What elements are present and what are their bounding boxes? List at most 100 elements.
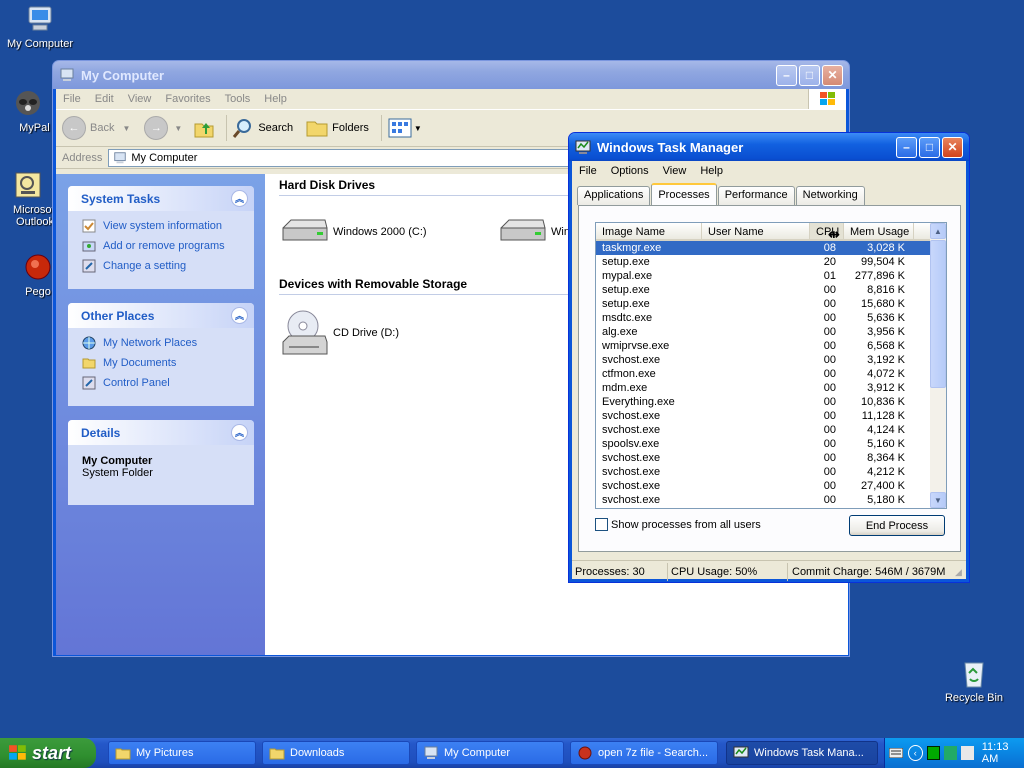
process-row[interactable]: taskmgr.exe 08 3,028 K	[596, 241, 946, 255]
taskbar-button-downloads[interactable]: Downloads	[262, 741, 410, 765]
process-row[interactable]: setup.exe 00 8,816 K	[596, 283, 946, 297]
maximize-button[interactable]: □	[919, 136, 940, 158]
minimize-button[interactable]: –	[896, 136, 917, 158]
column-user-name[interactable]: User Name	[702, 223, 810, 239]
folders-button[interactable]: Folders	[305, 116, 369, 140]
process-row[interactable]: msdtc.exe 00 5,636 K	[596, 311, 946, 325]
taskbar-button-search[interactable]: open 7z file - Search...	[570, 741, 718, 765]
forward-button[interactable]: → ▼	[144, 116, 182, 140]
process-list[interactable]: Image Name User Name CPU Mem Usage taskm…	[595, 222, 947, 509]
column-image-name[interactable]: Image Name	[596, 223, 702, 239]
process-row[interactable]: ctfmon.exe 00 4,072 K	[596, 367, 946, 381]
keyboard-icon[interactable]	[889, 746, 904, 760]
menu-edit[interactable]: Edit	[88, 93, 121, 105]
process-mem-usage: 5,636 K	[867, 312, 905, 324]
tab-performance[interactable]: Performance	[717, 186, 795, 205]
column-mem-usage[interactable]: Mem Usage	[844, 223, 914, 239]
process-cpu: 00	[823, 494, 836, 506]
scroll-down-button[interactable]: ▼	[930, 492, 946, 508]
process-row[interactable]: svchost.exe 00 4,124 K	[596, 423, 946, 437]
process-image-name: mdm.exe	[602, 382, 648, 394]
collapse-chevron-icon[interactable]: ︽	[231, 424, 248, 441]
process-row[interactable]: svchost.exe 00 4,212 K	[596, 465, 946, 479]
process-row[interactable]: setup.exe 00 15,680 K	[596, 297, 946, 311]
my-network-places-link[interactable]: My Network Places	[68, 333, 254, 353]
process-row[interactable]: setup.exe 20 99,504 K	[596, 255, 946, 269]
menu-view[interactable]: View	[121, 93, 159, 105]
checkbox-box[interactable]	[595, 518, 608, 531]
process-user-name	[702, 423, 810, 437]
desktop-icon-outlook[interactable]: Microsoft Outlook	[0, 168, 58, 228]
process-image-name: setup.exe	[602, 256, 650, 268]
menu-file[interactable]: File	[572, 165, 604, 177]
network-tray-icon[interactable]	[943, 746, 957, 760]
process-user-name	[702, 493, 810, 507]
menu-favorites[interactable]: Favorites	[158, 93, 217, 105]
process-row[interactable]: alg.exe 00 3,956 K	[596, 325, 946, 339]
drive-c[interactable]: Windows 2000 (C:)	[281, 218, 427, 246]
menu-help[interactable]: Help	[257, 93, 294, 105]
process-row[interactable]: svchost.exe 00 3,192 K	[596, 353, 946, 367]
process-row[interactable]: spoolsv.exe 00 5,160 K	[596, 437, 946, 451]
tray-chevron-icon[interactable]: ‹	[907, 745, 923, 761]
close-button[interactable]: ✕	[942, 136, 963, 158]
collapse-chevron-icon[interactable]: ︽	[231, 190, 248, 207]
taskbar-button-my-pictures[interactable]: My Pictures	[108, 741, 256, 765]
process-row[interactable]: mypal.exe 01 277,896 K	[596, 269, 946, 283]
process-row[interactable]: mdm.exe 00 3,912 K	[596, 381, 946, 395]
details-type: System Folder	[82, 467, 153, 479]
minimize-button[interactable]: –	[776, 64, 797, 86]
tab-applications[interactable]: Applications	[577, 186, 651, 205]
my-documents-link[interactable]: My Documents	[68, 353, 254, 373]
process-row[interactable]: svchost.exe 00 5,180 K	[596, 493, 946, 507]
desktop-icon-mypal[interactable]: MyPal 6	[0, 86, 59, 134]
scroll-thumb[interactable]	[930, 240, 946, 388]
process-row[interactable]: Everything.exe 00 10,836 K	[596, 395, 946, 409]
process-image-name: spoolsv.exe	[602, 438, 660, 450]
resize-grip-icon[interactable]: ◢	[952, 563, 964, 581]
change-setting-link[interactable]: Change a setting	[68, 256, 254, 276]
view-system-info-link[interactable]: View system information	[68, 216, 254, 236]
system-tasks-header[interactable]: System Tasks ︽	[68, 186, 254, 211]
desktop-icon-recycle-bin[interactable]: Recycle Bin	[934, 656, 1014, 704]
process-list-scrollbar[interactable]: ▲ ▼	[930, 223, 946, 508]
tray-extra-icon[interactable]	[960, 746, 974, 760]
taskbar-button-task-manager[interactable]: Windows Task Mana...	[726, 741, 878, 765]
menu-options[interactable]: Options	[604, 165, 656, 177]
task-manager-window[interactable]: Windows Task Manager – □ ✕ File Options …	[568, 132, 970, 583]
menu-file[interactable]: File	[56, 93, 88, 105]
drive-second[interactable]: Win	[499, 218, 570, 246]
views-button[interactable]: ▼	[388, 117, 422, 139]
menu-tools[interactable]: Tools	[218, 93, 258, 105]
end-process-button[interactable]: End Process	[849, 515, 945, 536]
other-places-header[interactable]: Other Places ︽	[68, 303, 254, 328]
add-remove-programs-link[interactable]: Add or remove programs	[68, 236, 254, 256]
details-header[interactable]: Details ︽	[68, 420, 254, 445]
search-button[interactable]: Search	[231, 116, 293, 140]
process-row[interactable]: wmiprvse.exe 00 6,568 K	[596, 339, 946, 353]
close-button[interactable]: ✕	[822, 64, 843, 86]
show-all-users-checkbox[interactable]: Show processes from all users	[595, 518, 761, 531]
desktop-icon-my-computer[interactable]: My Computer	[0, 2, 80, 50]
tab-processes[interactable]: Processes	[651, 183, 717, 205]
scroll-up-button[interactable]: ▲	[930, 223, 946, 239]
process-row[interactable]: svchost.exe 00 27,400 K	[596, 479, 946, 493]
drive-d[interactable]: CD Drive (D:)	[281, 308, 399, 358]
computer-icon	[114, 151, 127, 163]
start-button[interactable]: start	[0, 738, 96, 768]
task-manager-tray-icon[interactable]	[926, 746, 940, 760]
tab-networking[interactable]: Networking	[795, 186, 865, 205]
control-panel-link[interactable]: Control Panel	[68, 373, 254, 393]
menu-help[interactable]: Help	[693, 165, 730, 177]
up-folder-button[interactable]	[192, 116, 216, 140]
collapse-chevron-icon[interactable]: ︽	[231, 307, 248, 324]
task-manager-titlebar[interactable]: Windows Task Manager – □ ✕	[569, 133, 969, 161]
process-row[interactable]: svchost.exe 00 8,364 K	[596, 451, 946, 465]
process-row[interactable]: svchost.exe 00 11,128 K	[596, 409, 946, 423]
back-button[interactable]: ← Back ▼	[62, 116, 130, 140]
explorer-titlebar[interactable]: My Computer – □ ✕	[53, 61, 849, 89]
taskbar-button-my-computer[interactable]: My Computer	[416, 741, 564, 765]
menu-view[interactable]: View	[656, 165, 694, 177]
maximize-button[interactable]: □	[799, 64, 820, 86]
clock[interactable]: 11:13 AM	[982, 741, 1024, 765]
